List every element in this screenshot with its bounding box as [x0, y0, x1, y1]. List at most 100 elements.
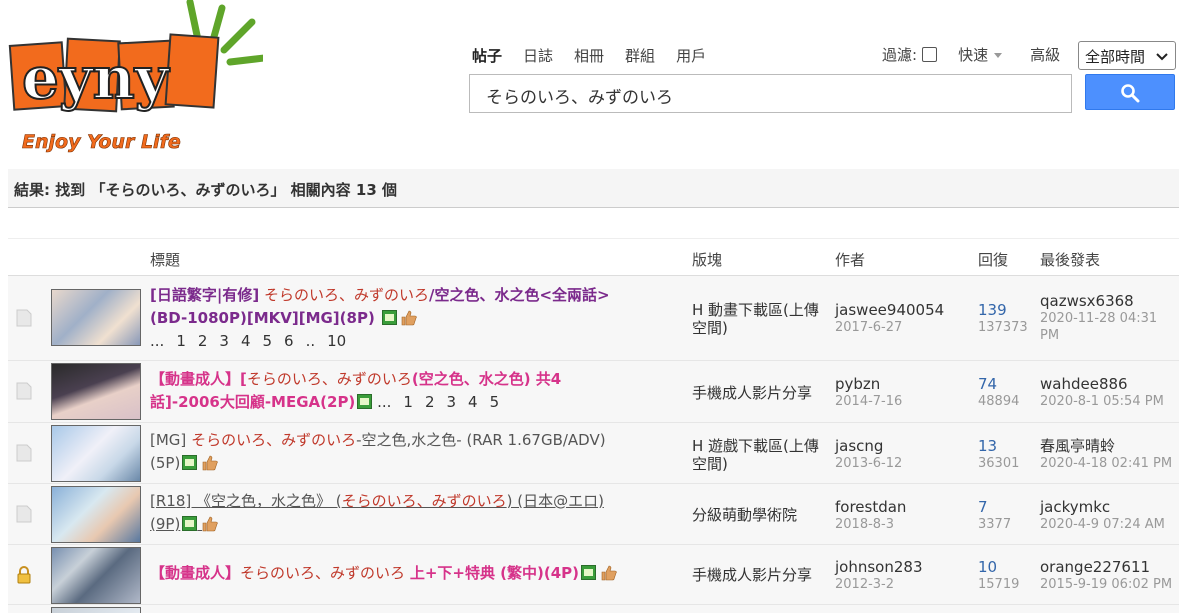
- eyny-logo[interactable]: eyny Enjoy Your Life: [8, 0, 263, 160]
- tab-albums[interactable]: 相冊: [574, 45, 604, 70]
- tab-blogs[interactable]: 日誌: [523, 45, 553, 70]
- reply-count[interactable]: 74: [978, 375, 1038, 393]
- image-attachment-icon: [182, 516, 198, 531]
- last-post-date[interactable]: 2020-4-18 02:41 PM: [1040, 455, 1179, 472]
- reply-count[interactable]: 7: [978, 498, 1038, 516]
- page-link[interactable]: 4: [241, 332, 251, 350]
- table-row[interactable]: [MG] そらのいろ、みずのいろ-空之色,水之色- (RAR 1.67GB/AD…: [8, 423, 1179, 484]
- page-link[interactable]: 1: [403, 393, 413, 411]
- author-name[interactable]: jascng: [835, 437, 975, 455]
- thumbnail-image[interactable]: [51, 363, 141, 420]
- results-table: 標題 版塊 作者 回復 最後發表 [日語繁字|有修] そらのいろ、みずのいろ/空…: [8, 238, 1179, 613]
- header-last-post: 最後發表: [1040, 251, 1101, 269]
- forum-link[interactable]: H 遊戲下載區(上傳空間): [692, 437, 830, 473]
- page-link[interactable]: 1: [176, 332, 186, 350]
- title-highlight: そらのいろ、みずのいろ: [263, 286, 429, 304]
- page-link[interactable]: 5: [490, 393, 500, 411]
- reply-cell: 139 137373: [978, 301, 1038, 336]
- page-link[interactable]: 3: [446, 393, 456, 411]
- forum-link[interactable]: 分級萌動學術院: [692, 506, 830, 524]
- tab-groups[interactable]: 群組: [625, 45, 655, 70]
- thumbs-up-icon: [402, 310, 418, 326]
- title-prefix: [MG]: [150, 431, 187, 449]
- title-highlight: そらのいろ、みずのいろ: [246, 370, 412, 388]
- thread-title[interactable]: [MG] そらのいろ、みずのいろ-空之色,水之色- (RAR 1.67GB/AD…: [150, 429, 670, 475]
- page-link[interactable]: 5: [263, 332, 273, 350]
- title-rest: (空之色、水之色) 共4: [411, 370, 562, 388]
- search-icon: [1121, 84, 1140, 103]
- image-attachment-icon: [357, 394, 373, 409]
- last-post-cell: 春風亭晴蛉 2020-4-18 02:41 PM: [1040, 437, 1179, 472]
- tab-posts[interactable]: 帖子: [472, 45, 502, 70]
- table-row[interactable]: 【動畫成人】[そらのいろ、みずのいろ(空之色、水之色) 共4 話]-2006大回…: [8, 361, 1179, 423]
- title-highlight: そらのいろ、みずのいろ: [341, 492, 507, 510]
- last-post-user[interactable]: qazwsx6368: [1040, 292, 1179, 310]
- forum-link[interactable]: 手機成人影片分享: [692, 384, 830, 402]
- last-post-cell: qazwsx6368 2020-11-28 04:31 PM: [1040, 292, 1179, 344]
- thumbnail-image[interactable]: [51, 486, 141, 543]
- image-attachment-icon: [581, 565, 597, 580]
- table-header: 標題 版塊 作者 回復 最後發表: [8, 238, 1179, 276]
- thumbnail-image[interactable]: [51, 547, 141, 604]
- last-post-date[interactable]: 2020-4-9 07:24 AM: [1040, 516, 1179, 533]
- thumbnail-image[interactable]: [51, 425, 141, 482]
- time-range-select[interactable]: 全部時間: [1078, 41, 1176, 70]
- thumbnail-image[interactable]: [51, 607, 141, 613]
- advanced-link[interactable]: 高級: [1030, 44, 1060, 65]
- author-name[interactable]: johnson283: [835, 558, 975, 576]
- reply-count[interactable]: 139: [978, 301, 1038, 319]
- thumbnail-image[interactable]: [51, 289, 141, 346]
- last-post-date[interactable]: 2020-11-28 04:31 PM: [1040, 310, 1179, 344]
- last-post-user[interactable]: jackymkc: [1040, 498, 1179, 516]
- forum-link[interactable]: H 動畫下載區(上傳空間): [692, 301, 830, 337]
- page-link[interactable]: 4: [468, 393, 478, 411]
- last-post-user[interactable]: orange227611: [1040, 558, 1179, 576]
- header-reply: 回復: [978, 251, 1009, 269]
- caret-down-icon: [994, 53, 1003, 58]
- title-highlight: そらのいろ、みずのいろ: [191, 431, 357, 449]
- logo-tagline: Enjoy Your Life: [22, 131, 181, 153]
- search-button[interactable]: [1085, 74, 1175, 110]
- page-link[interactable]: 6: [284, 332, 294, 350]
- page-link[interactable]: 2: [198, 332, 208, 350]
- reply-count[interactable]: 13: [978, 437, 1038, 455]
- post-date: 2013-6-12: [835, 456, 903, 471]
- author-name[interactable]: forestdan: [835, 498, 975, 516]
- filter-bar: 過濾: 快速 高級: [882, 44, 1060, 65]
- last-post-cell: orange227611 2015-9-19 06:02 PM: [1040, 558, 1179, 593]
- header-title: 標題: [150, 251, 181, 269]
- thread-title[interactable]: 【動畫成人】[そらのいろ、みずのいろ(空之色、水之色) 共4 話]-2006大回…: [150, 368, 670, 414]
- last-post-date[interactable]: 2020-8-1 05:54 PM: [1040, 393, 1179, 410]
- last-post-user[interactable]: 春風亭晴蛉: [1040, 437, 1179, 455]
- table-row[interactable]: [R18] 《空之色，水之色》 (そらのいろ、みずのいろ) (日本@エロ) (9…: [8, 484, 1179, 545]
- page-link[interactable]: 2: [425, 393, 435, 411]
- time-range-value: 全部時間: [1085, 48, 1146, 66]
- filter-checkbox[interactable]: [922, 47, 938, 62]
- forum-link[interactable]: 手機成人影片分享: [692, 566, 830, 584]
- table-row[interactable]: [日語繁字|有修] そらのいろ、みずのいろ/空之色、水之色<全兩話> (BD-1…: [8, 276, 1179, 361]
- header-author: 作者: [835, 251, 866, 269]
- author-name[interactable]: pybzn: [835, 375, 975, 393]
- header-forum: 版塊: [692, 251, 723, 269]
- quick-dropdown[interactable]: 快速: [958, 44, 1003, 65]
- table-row[interactable]: 【動畫成人】そらのいろ、みずのいろ 上+下+特典 (繁中)(4P) 手機成人影片…: [8, 545, 1179, 605]
- reply-count[interactable]: 10: [978, 558, 1038, 576]
- author-cell: jascng 2013-6-12: [835, 437, 975, 472]
- quick-label: 快速: [958, 46, 989, 64]
- reply-cell: 13 36301: [978, 437, 1038, 472]
- thread-title[interactable]: [日語繁字|有修] そらのいろ、みずのいろ/空之色、水之色<全兩話> (BD-1…: [150, 284, 670, 353]
- thread-title[interactable]: [R18] 《空之色，水之色》 (そらのいろ、みずのいろ) (日本@エロ) (9…: [150, 490, 670, 536]
- search-input[interactable]: そらのいろ、みずのいろ: [469, 74, 1072, 113]
- page-link[interactable]: 10: [327, 332, 346, 350]
- thread-title[interactable]: 【動畫成人】そらのいろ、みずのいろ 上+下+特典 (繁中)(4P): [150, 562, 670, 585]
- page-link[interactable]: 3: [219, 332, 229, 350]
- author-cell: forestdan 2018-8-3: [835, 498, 975, 533]
- table-row[interactable]: [8, 605, 1179, 613]
- title-prefix: 【動畫成人】[: [150, 370, 247, 388]
- author-name[interactable]: jaswee940054: [835, 301, 975, 319]
- view-count: 48894: [978, 394, 1020, 409]
- tab-users[interactable]: 用戶: [676, 45, 706, 70]
- last-post-user[interactable]: wahdee886: [1040, 375, 1179, 393]
- last-post-date[interactable]: 2015-9-19 06:02 PM: [1040, 576, 1179, 593]
- thumbs-up-icon: [202, 455, 218, 471]
